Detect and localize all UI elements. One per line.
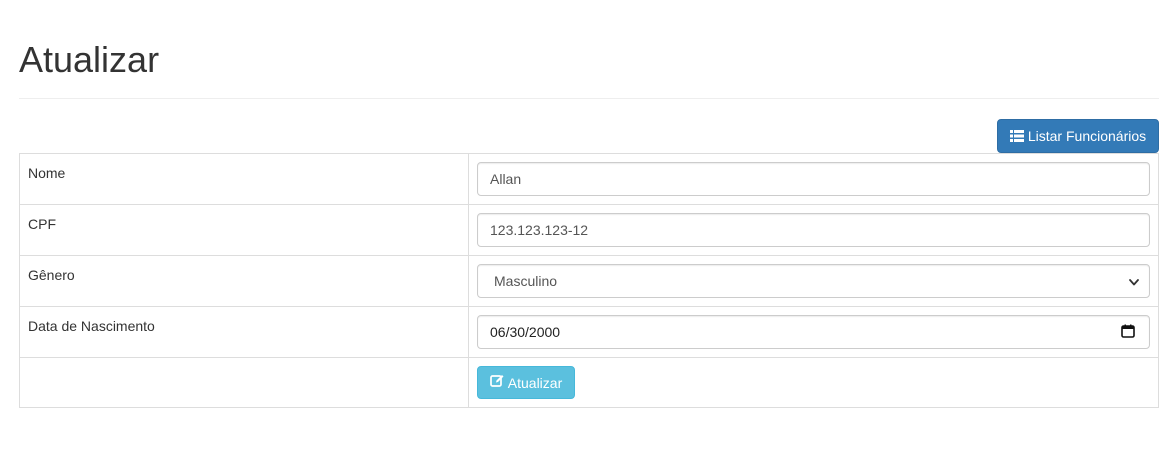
table-row: Data de Nascimento 06/30/2000	[19, 306, 1159, 358]
genero-select-value: Masculino	[494, 273, 558, 289]
cpf-input[interactable]: 123.123.123-12	[477, 213, 1150, 247]
submit-cell: Atualizar	[468, 357, 1159, 408]
nome-cell: Allan	[468, 153, 1159, 205]
empty-cell	[19, 357, 469, 408]
genero-select[interactable]: Masculino	[477, 264, 1150, 298]
edit-icon	[489, 374, 504, 391]
list-employees-button[interactable]: Listar Funcionários	[997, 119, 1159, 153]
nascimento-date-value: 06/30/2000	[490, 324, 561, 340]
list-employees-button-label: Listar Funcionários	[1027, 128, 1147, 144]
list-icon	[1009, 130, 1024, 142]
update-button-label: Atualizar	[507, 374, 563, 391]
genero-label: Gênero	[19, 255, 469, 307]
employee-form-table: Nome Allan CPF 123.123.123-12 Gênero Mas…	[19, 153, 1159, 408]
nome-input-value: Allan	[490, 171, 522, 187]
update-button[interactable]: Atualizar	[477, 366, 575, 399]
table-row: Gênero Masculino	[19, 255, 1159, 307]
genero-cell: Masculino	[468, 255, 1159, 307]
nascimento-date-input[interactable]: 06/30/2000	[477, 315, 1150, 349]
nome-label: Nome	[19, 153, 469, 205]
nome-input[interactable]: Allan	[477, 162, 1150, 196]
cpf-label: CPF	[19, 204, 469, 256]
chevron-down-icon	[1129, 273, 1139, 289]
calendar-icon[interactable]	[1121, 324, 1135, 341]
nascimento-label: Data de Nascimento	[19, 306, 469, 358]
page-title: Atualizar	[19, 39, 160, 80]
table-row: CPF 123.123.123-12	[19, 204, 1159, 256]
cpf-input-value: 123.123.123-12	[490, 222, 589, 238]
header-divider	[19, 98, 1159, 99]
page: Atualizar Listar Funcionários Nome Allan	[0, 0, 1176, 451]
table-row: Nome Allan	[19, 153, 1159, 205]
table-row: Atualizar	[19, 357, 1159, 408]
cpf-cell: 123.123.123-12	[468, 204, 1159, 256]
nascimento-cell: 06/30/2000	[468, 306, 1159, 358]
